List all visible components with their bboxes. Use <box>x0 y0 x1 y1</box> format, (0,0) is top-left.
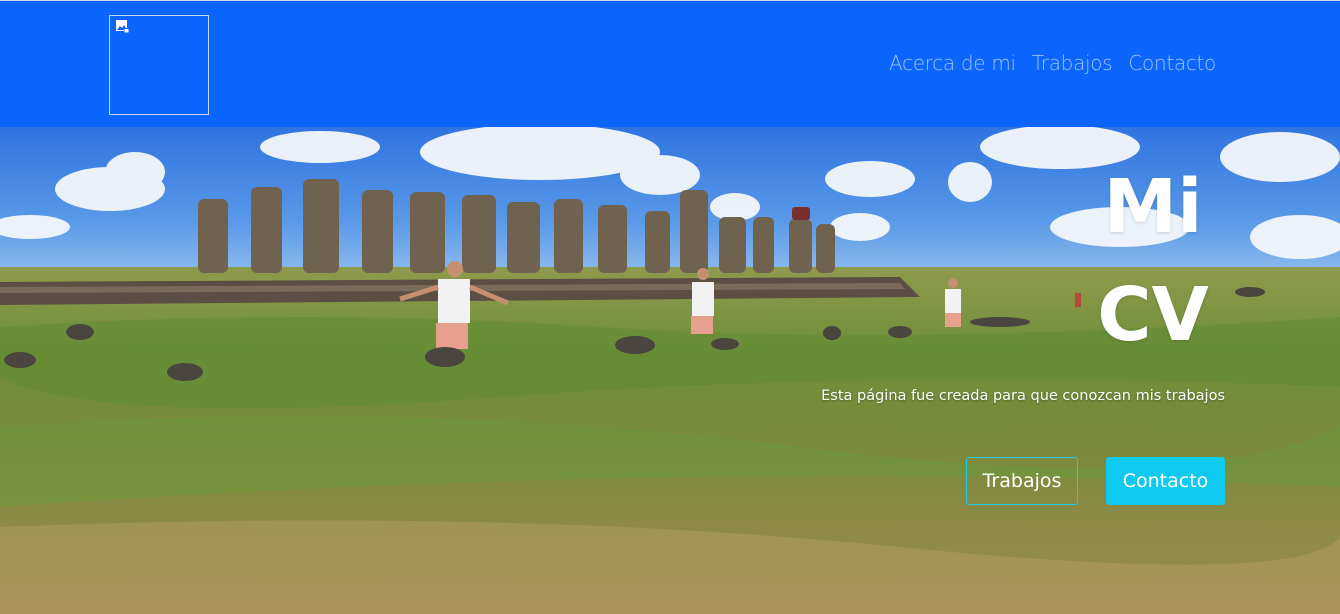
nav-link-contacto[interactable]: Contacto <box>1128 51 1216 75</box>
hero-title-line-1: Mi <box>1103 164 1203 250</box>
broken-image-icon <box>116 20 129 33</box>
nav-link-trabajos[interactable]: Trabajos <box>1032 51 1113 75</box>
hero-title-line-2: CV <box>1097 272 1209 358</box>
hero-section: Mi CV Esta página fue creada para que co… <box>0 127 1340 614</box>
nav-link-acerca[interactable]: Acerca de mi <box>889 51 1016 75</box>
navbar: Acerca de mi Trabajos Contacto <box>0 0 1340 127</box>
logo-image[interactable] <box>109 15 209 115</box>
contacto-button[interactable]: Contacto <box>1106 457 1225 505</box>
trabajos-button[interactable]: Trabajos <box>966 457 1078 505</box>
hero-subtitle: Esta página fue creada para que conozcan… <box>821 388 1225 404</box>
nav-menu: Acerca de mi Trabajos Contacto <box>889 51 1216 75</box>
hero-title: Mi CV <box>1083 153 1223 369</box>
